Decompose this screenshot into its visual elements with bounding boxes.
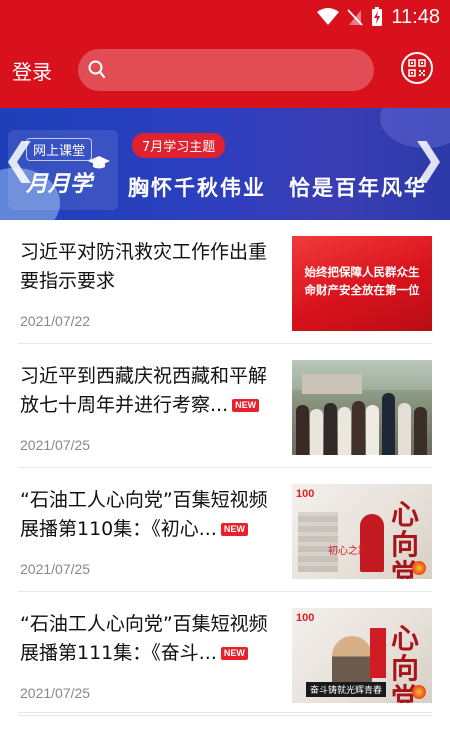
status-time: 11:48 xyxy=(391,5,440,28)
news-date: 2021/07/22 xyxy=(20,313,91,329)
news-title: 习近平对防汛救灾工作作出重要指示要求 xyxy=(20,241,268,292)
search-icon xyxy=(88,60,106,79)
new-badge: NEW xyxy=(232,399,260,412)
centennial-logo: 100 xyxy=(296,488,315,500)
petro-logo-icon xyxy=(412,561,426,575)
thumbnail-text: 始终把保障人民群众生 xyxy=(304,265,420,279)
thumbnail-graphic xyxy=(370,628,386,678)
divider xyxy=(18,712,432,713)
banner-slogan: 胸怀千秋伟业 恰是百年风华 xyxy=(128,176,427,200)
news-date: 2021/07/25 xyxy=(20,561,91,577)
news-item[interactable]: 习近平对防汛救灾工作作出重要指示要求 2021/07/22 始终把保障人民群众生… xyxy=(18,220,432,344)
promo-banner[interactable]: 网上课堂 月月学 7月学习主题 胸怀千秋伟业 恰是百年风华 ❮ ❯ xyxy=(0,108,450,220)
news-date: 2021/07/25 xyxy=(20,437,91,453)
graduation-cap-icon xyxy=(88,156,110,169)
news-item[interactable]: “石油工人心向党”百集短视频展播第111集：《奋斗... NEW 2021/07/… xyxy=(18,592,432,716)
news-title: “石油工人心向党”百集短视频展播第111集：《奋斗... NEW xyxy=(20,613,268,664)
news-thumbnail xyxy=(292,360,432,455)
news-date: 2021/07/25 xyxy=(20,685,91,701)
news-title: “石油工人心向党”百集短视频展播第110集：《初心... NEW xyxy=(20,489,268,540)
battery-charging-icon xyxy=(372,7,383,26)
qr-code-icon xyxy=(408,59,426,77)
banner-next-arrow[interactable]: ❯ xyxy=(411,138,446,180)
news-thumbnail: 100 心向党 奋斗铸就光辉青春 xyxy=(292,608,432,703)
qr-scan-button[interactable] xyxy=(401,52,433,84)
login-button[interactable]: 登录 xyxy=(12,56,52,85)
thumbnail-caption: 初心之路 xyxy=(328,546,368,557)
centennial-logo: 100 xyxy=(296,612,315,624)
app-header: 登录 xyxy=(0,34,450,108)
thumbnail-text: 命财产安全放在第一位 xyxy=(304,283,420,297)
banner-theme-pill: 7月学习主题 xyxy=(132,133,226,158)
wifi-icon xyxy=(317,8,340,25)
thumbnail-caption: 奋斗铸就光辉青春 xyxy=(306,682,387,697)
no-signal-icon xyxy=(347,9,364,26)
search-input[interactable] xyxy=(78,49,374,91)
news-thumbnail: 始终把保障人民群众生 命财产安全放在第一位 xyxy=(292,236,432,331)
news-title: 习近平到西藏庆祝西藏和平解放七十周年并进行考察... NEW xyxy=(20,365,268,416)
news-thumbnail: 100 心向党 初心之路 xyxy=(292,484,432,579)
banner-prev-arrow[interactable]: ❮ xyxy=(2,138,37,180)
new-badge: NEW xyxy=(220,647,248,660)
news-list: 习近平对防汛救灾工作作出重要指示要求 2021/07/22 始终把保障人民群众生… xyxy=(0,220,450,716)
petro-logo-icon xyxy=(412,685,426,699)
news-item[interactable]: 习近平到西藏庆祝西藏和平解放七十周年并进行考察... NEW 2021/07/25 xyxy=(18,344,432,468)
new-badge: NEW xyxy=(220,523,248,536)
news-item[interactable]: “石油工人心向党”百集短视频展播第110集：《初心... NEW 2021/07/… xyxy=(18,468,432,592)
status-icons: 11:48 xyxy=(317,4,440,30)
status-bar: 11:48 xyxy=(0,0,450,34)
